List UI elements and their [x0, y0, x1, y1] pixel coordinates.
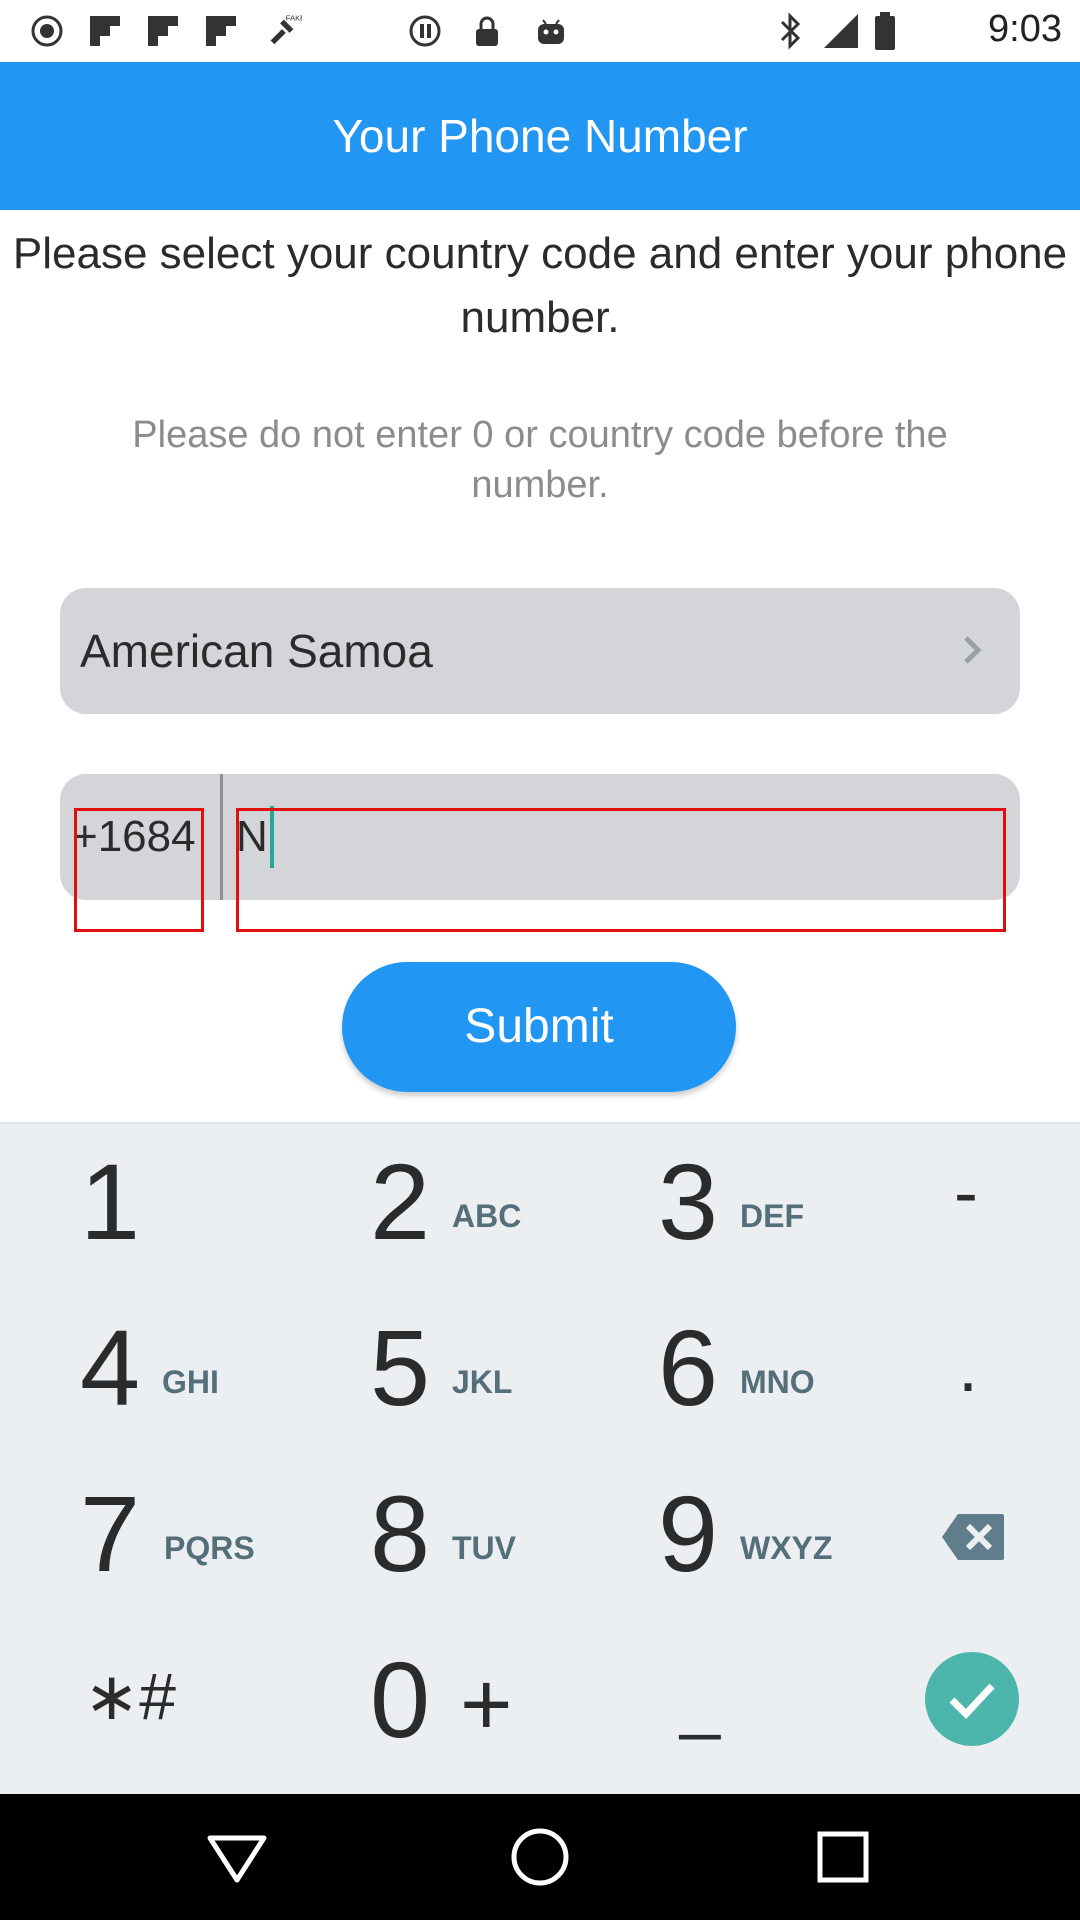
key-digit: 6 [658, 1307, 719, 1428]
key-2[interactable]: 2 ABC [370, 1122, 610, 1282]
key-symbol: - [954, 1153, 978, 1233]
hint-text: Please do not enter 0 or country code be… [132, 414, 948, 506]
battery-icon [875, 12, 895, 50]
key-star-hash[interactable]: ∗# [80, 1620, 320, 1780]
lock-icon [476, 16, 498, 46]
back-icon[interactable] [204, 1824, 270, 1890]
key-letters: JKL [452, 1364, 513, 1400]
key-digit: 9 [658, 1473, 719, 1594]
key-letters: DEF [740, 1198, 804, 1234]
navigation-bar [0, 1794, 1080, 1920]
key-9[interactable]: 9 WXYZ [658, 1454, 898, 1614]
android-icon [538, 19, 564, 44]
status-bar: FAKE 9:03 [0, 0, 1080, 62]
key-dash[interactable]: - [940, 1122, 1040, 1282]
key-digit: 4 [80, 1307, 141, 1428]
status-time: 9:03 [988, 8, 1062, 50]
key-0[interactable]: 0 + [370, 1620, 610, 1780]
key-symbol: _ [680, 1661, 721, 1741]
key-digit: 8 [370, 1473, 431, 1594]
key-4[interactable]: 4 GHI [80, 1288, 320, 1448]
key-digit: 2 [370, 1141, 431, 1262]
key-digit: 5 [370, 1307, 431, 1428]
backspace-icon [942, 1514, 1004, 1560]
home-icon[interactable] [507, 1824, 573, 1890]
key-6[interactable]: 6 MNO [658, 1288, 898, 1448]
flipboard-icon [90, 16, 120, 46]
key-space[interactable]: _ [676, 1620, 796, 1780]
country-name: American Samoa [80, 625, 433, 677]
key-dot[interactable]: . [940, 1288, 1040, 1448]
field-divider [220, 774, 223, 900]
country-selector[interactable]: American Samoa [60, 588, 1020, 714]
key-1[interactable]: 1 [80, 1122, 320, 1282]
key-letters: ABC [452, 1198, 522, 1234]
key-symbol: + [460, 1655, 513, 1755]
done-button[interactable] [925, 1652, 1019, 1746]
key-letters: WXYZ [740, 1530, 833, 1566]
key-letters: MNO [740, 1364, 815, 1400]
submit-button[interactable]: Submit [342, 962, 736, 1092]
backspace-key[interactable] [936, 1490, 1020, 1580]
chevron-right-icon [964, 636, 982, 664]
key-8[interactable]: 8 TUV [370, 1454, 610, 1614]
signal-icon [824, 14, 858, 48]
key-5[interactable]: 5 JKL [370, 1288, 610, 1448]
key-digit: 7 [80, 1473, 141, 1594]
key-digit: 3 [658, 1141, 719, 1262]
flipboard-icon [148, 16, 178, 46]
recents-icon[interactable] [810, 1824, 876, 1890]
instruction-text: Please select your country code and ente… [12, 229, 1068, 342]
key-letters: GHI [162, 1364, 219, 1400]
key-letters: TUV [452, 1530, 516, 1566]
page-title: Your Phone Number [332, 110, 748, 162]
key-digit: 1 [80, 1141, 141, 1262]
key-symbol: . [958, 1327, 979, 1407]
highlight-box-number [236, 808, 1006, 932]
circle-icon [409, 15, 441, 47]
flipboard-icon [206, 16, 236, 46]
highlight-box-code [74, 808, 204, 932]
key-3[interactable]: 3 DEF [658, 1122, 898, 1282]
check-icon [949, 1683, 995, 1720]
key-symbol: ∗# [84, 1659, 177, 1733]
radio-icon [31, 15, 63, 47]
key-digit: 0 [370, 1639, 431, 1760]
svg-text:FAKE: FAKE [286, 14, 302, 23]
fake-gps-icon: FAKE [270, 14, 302, 45]
app-bar: Your Phone Number [0, 62, 1080, 210]
bluetooth-icon [780, 12, 801, 50]
key-letters: PQRS [164, 1530, 255, 1566]
key-7[interactable]: 7 PQRS [80, 1454, 320, 1614]
